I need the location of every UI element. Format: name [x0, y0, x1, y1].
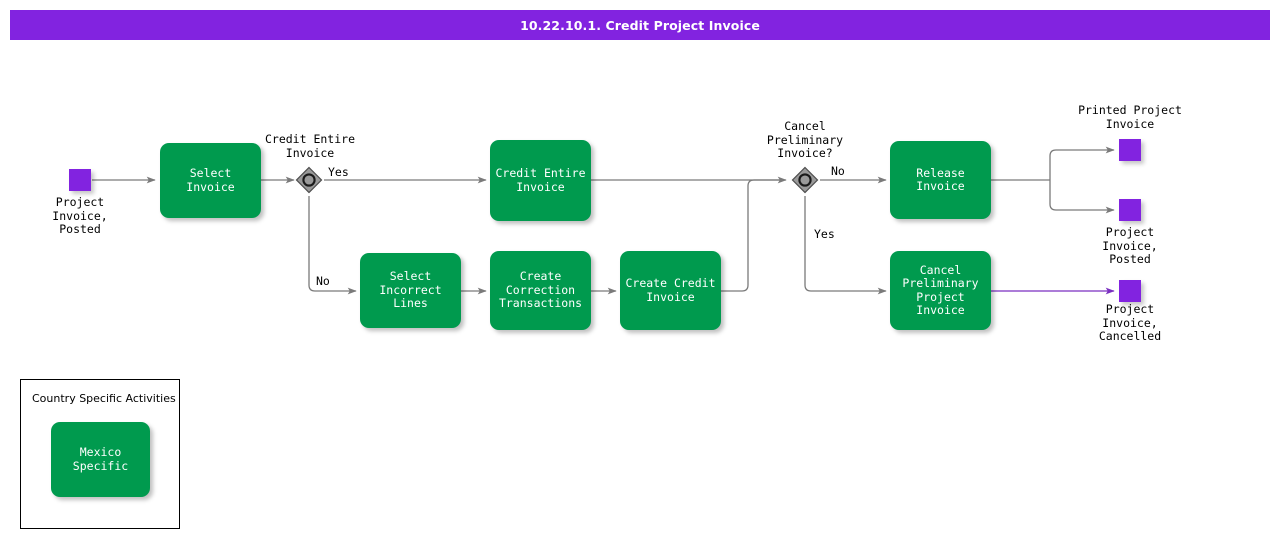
edge-release-to-printed-invoice	[1049, 146, 1115, 180]
edge-credit-invoice-to-decision2	[721, 179, 783, 292]
page-title-bar: 10.22.10.1. Credit Project Invoice	[10, 10, 1270, 40]
process-cancel-preliminary-project-invoice[interactable]: Cancel Preliminary Project Invoice	[890, 251, 991, 330]
legend-item-label-mexico-specific: Mexico Specific	[72, 445, 129, 473]
decision-label-credit-entire-invoice: Credit Entire Invoice	[264, 132, 355, 160]
process-label-select-incorrect-lines: Select Incorrect Lines	[379, 269, 442, 311]
page-title: 10.22.10.1. Credit Project Invoice	[520, 17, 760, 33]
process-credit-entire-invoice[interactable]: Credit Entire Invoice	[490, 140, 591, 221]
decision-cancel-preliminary-invoice[interactable]	[791, 166, 819, 194]
terminator-label-project-invoice-posted-end: Project Invoice, Posted	[1102, 225, 1158, 266]
process-label-create-correction-transactions: Create Correction Transactions	[498, 269, 583, 311]
legend-item-mexico-specific[interactable]: Mexico Specific	[51, 422, 150, 497]
process-label-cancel-preliminary-project-invoice: Cancel Preliminary Project Invoice	[902, 262, 979, 317]
decision-diamond-icon	[295, 166, 323, 194]
edge-release-to-posted-invoice	[1049, 180, 1115, 214]
branch-label-decision1-no: No	[316, 274, 330, 288]
terminator-project-invoice-posted-start[interactable]	[69, 169, 91, 191]
decision-diamond-icon	[791, 166, 819, 194]
process-label-release-invoice: Release Invoice	[916, 165, 965, 193]
terminator-printed-project-invoice[interactable]	[1119, 139, 1141, 161]
diagram-canvas: 10.22.10.1. Credit Project Invoice Proje…	[0, 0, 1280, 540]
edge-decision2-yes	[804, 196, 887, 295]
terminator-project-invoice-posted-end[interactable]	[1119, 199, 1141, 221]
branch-label-decision2-no: No	[831, 164, 845, 178]
branch-label-decision2-yes: Yes	[814, 227, 835, 241]
legend-country-specific-activities: Country Specific Activities Mexico Speci…	[20, 379, 180, 529]
branch-label-decision1-yes: Yes	[328, 165, 349, 179]
decision-credit-entire-invoice[interactable]	[295, 166, 323, 194]
process-select-invoice[interactable]: Select Invoice	[160, 143, 261, 218]
process-label-credit-entire-invoice: Credit Entire Invoice	[495, 166, 586, 194]
process-create-correction-transactions[interactable]: Create Correction Transactions	[490, 251, 591, 330]
terminator-label-project-invoice-cancelled: Project Invoice, Cancelled	[1098, 302, 1162, 343]
terminator-label-printed-project-invoice: Printed Project Invoice	[1078, 103, 1182, 131]
terminator-label-start: Project Invoice, Posted	[52, 195, 108, 236]
process-release-invoice[interactable]: Release Invoice	[890, 141, 991, 219]
terminator-project-invoice-cancelled[interactable]	[1119, 280, 1141, 302]
process-label-create-credit-invoice: Create Credit Invoice	[625, 276, 716, 304]
process-label-select-invoice: Select Invoice	[186, 166, 235, 194]
decision-label-cancel-preliminary-invoice: Cancel Preliminary Invoice?	[766, 119, 844, 160]
legend-title: Country Specific Activities	[32, 392, 176, 405]
process-select-incorrect-lines[interactable]: Select Incorrect Lines	[360, 253, 461, 328]
process-create-credit-invoice[interactable]: Create Credit Invoice	[620, 251, 721, 330]
